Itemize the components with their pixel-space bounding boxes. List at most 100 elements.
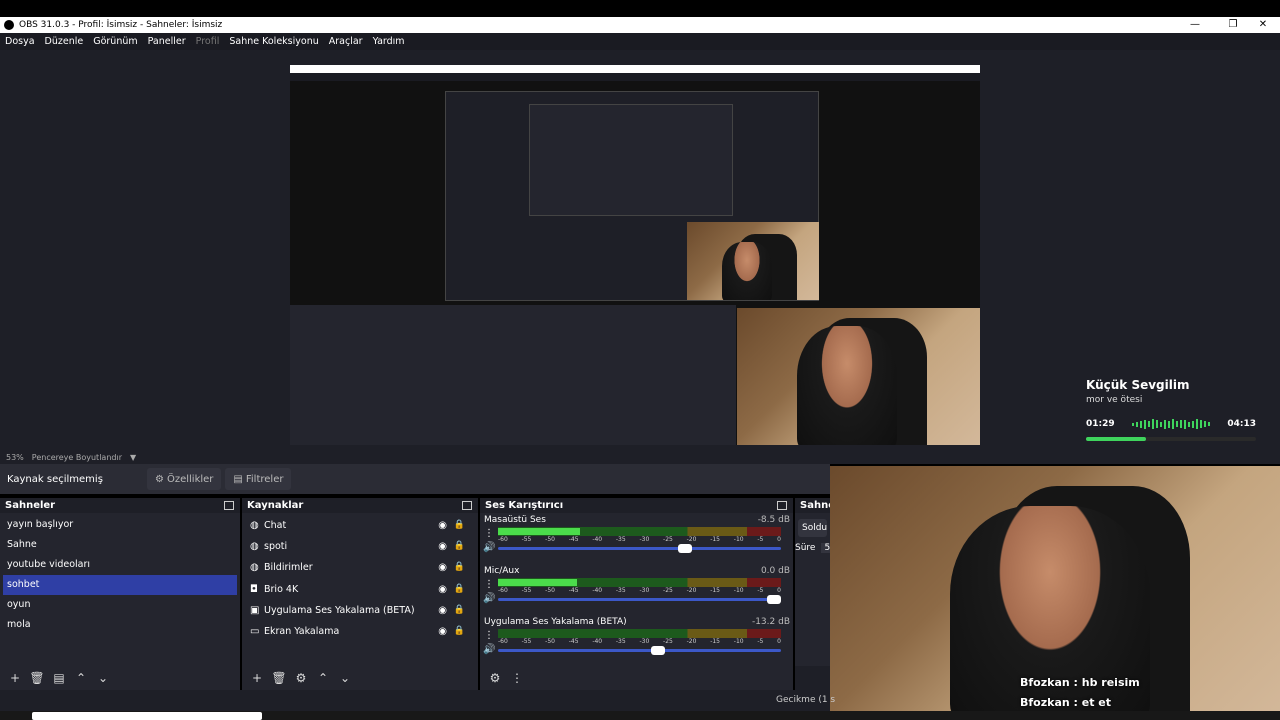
- undock-icon[interactable]: [777, 501, 787, 510]
- menu-help[interactable]: Yardım: [373, 36, 405, 47]
- meter-tick: -60: [498, 536, 508, 543]
- menu-scene-collection[interactable]: Sahne Koleksiyonu: [229, 36, 318, 47]
- menu-file[interactable]: Dosya: [5, 36, 35, 47]
- menu-tools[interactable]: Araçlar: [329, 36, 363, 47]
- mixer-channel: Uygulama Ses Yakalama (BETA) -13.2 dB ⋮ 🔊 …: [480, 615, 793, 666]
- kebab-menu-icon[interactable]: ⋮: [483, 527, 495, 541]
- source-item[interactable]: ▣ Uygulama Ses Yakalama (BETA) ◉ 🔒: [242, 600, 478, 621]
- eye-icon[interactable]: ◉: [438, 557, 447, 578]
- scenes-dock: Sahneler yayın başlıyor Sahne youtube vi…: [0, 498, 240, 690]
- menu-view[interactable]: Görünüm: [93, 36, 137, 47]
- meter-tick: -15: [710, 638, 721, 645]
- lock-icon[interactable]: 🔒: [454, 621, 465, 642]
- speaker-icon[interactable]: 🔊: [483, 643, 495, 657]
- maximize-button[interactable]: ❐: [1218, 17, 1248, 33]
- eye-icon[interactable]: ◉: [438, 579, 447, 600]
- mixer-channel: Mic/Aux 0.0 dB ⋮ 🔊 -60 -55 -50 -45 -40 -35 -30 -2…: [480, 564, 793, 615]
- undock-icon[interactable]: [224, 501, 234, 510]
- source-item[interactable]: ◍ spoti ◉ 🔒: [242, 536, 478, 557]
- add-icon[interactable]: +: [246, 671, 268, 685]
- volume-handle[interactable]: [767, 595, 781, 604]
- scene-item[interactable]: Sahne: [0, 535, 240, 555]
- source-item[interactable]: ◘ Brio 4K ◉ 🔒: [242, 579, 478, 600]
- speaker-icon[interactable]: 🔊: [483, 541, 495, 555]
- add-icon[interactable]: +: [4, 671, 26, 685]
- minimize-button[interactable]: —: [1180, 17, 1210, 33]
- eye-icon[interactable]: ◉: [438, 621, 447, 642]
- lock-icon[interactable]: 🔒: [454, 536, 465, 557]
- wave-bar: [1192, 420, 1194, 428]
- chevron-up-icon[interactable]: ⌃: [312, 671, 334, 685]
- wave-bar: [1136, 421, 1138, 427]
- obs-logo-icon: [4, 20, 14, 30]
- monitor-icon: ▭: [250, 626, 260, 638]
- meter-tick: 0: [777, 638, 781, 645]
- volume-slider[interactable]: [498, 646, 781, 655]
- lock-icon[interactable]: 🔒: [454, 515, 465, 536]
- eye-icon[interactable]: ◉: [438, 515, 447, 536]
- meter-tick: -15: [710, 587, 721, 594]
- meter-tick: -35: [615, 587, 626, 594]
- meter-tick: -10: [733, 638, 744, 645]
- kebab-menu-icon[interactable]: ⋮: [506, 671, 528, 685]
- menu-profile[interactable]: Profil: [196, 36, 220, 47]
- gear-icon[interactable]: ⚙: [484, 671, 506, 685]
- scale-mode[interactable]: Pencereye Boyutlandır: [32, 453, 122, 462]
- meter-tick: -15: [710, 536, 721, 543]
- audio-wave: [1132, 419, 1210, 429]
- chat-overlay: Bfozkan : hb reisim Bfozkan : et et: [1020, 676, 1140, 709]
- filter-icon[interactable]: ▤: [48, 671, 70, 685]
- menu-docks[interactable]: Paneller: [148, 36, 186, 47]
- scene-item[interactable]: mola: [0, 615, 240, 635]
- nested-webcam-large: [737, 308, 980, 445]
- total-time: 04:13: [1227, 419, 1256, 429]
- scene-item[interactable]: yayın başlıyor: [0, 515, 240, 535]
- channel-db: -8.5 dB: [757, 515, 790, 525]
- meter-tick: -10: [733, 536, 744, 543]
- undock-icon[interactable]: [462, 501, 472, 510]
- eye-icon[interactable]: ◉: [438, 600, 447, 621]
- meter-tick: 0: [777, 536, 781, 543]
- trash-icon[interactable]: 🗑: [26, 671, 48, 685]
- scene-item-active[interactable]: sohbet: [3, 575, 237, 595]
- mixer-channel: Masaüstü Ses -8.5 dB ⋮ 🔊 -60 -55 -50 -45 -40 -3…: [480, 513, 793, 564]
- trash-icon[interactable]: 🗑: [268, 671, 290, 685]
- source-item[interactable]: ▭ Ekran Yakalama ◉ 🔒: [242, 621, 478, 642]
- lock-icon[interactable]: 🔒: [454, 600, 465, 621]
- source-item[interactable]: ◍ Bildirimler ◉ 🔒: [242, 557, 478, 578]
- scale-mode-arrow[interactable]: ▼: [130, 453, 136, 462]
- preview-area[interactable]: Küçük Sevgilim mor ve ötesi 01:29 04:13: [0, 50, 1280, 450]
- volume-slider[interactable]: [498, 544, 781, 553]
- chevron-up-icon[interactable]: ⌃: [70, 671, 92, 685]
- source-item[interactable]: ◍ Chat ◉ 🔒: [242, 515, 478, 536]
- properties-button[interactable]: ⚙ Özellikler: [147, 468, 222, 490]
- volume-handle[interactable]: [678, 544, 693, 553]
- kebab-menu-icon[interactable]: ⋮: [483, 578, 495, 592]
- duration-input[interactable]: 50: [821, 543, 830, 553]
- speaker-icon[interactable]: 🔊: [483, 592, 495, 606]
- preview-canvas[interactable]: [290, 65, 980, 445]
- volume-meter: -60 -55 -50 -45 -40 -35 -30 -25 -20 -15 -10 -5 0: [498, 527, 781, 543]
- scene-item[interactable]: oyun: [0, 595, 240, 615]
- taskbar-search[interactable]: [32, 712, 262, 720]
- close-button[interactable]: ✕: [1248, 17, 1278, 33]
- scene-item[interactable]: youtube videoları: [0, 555, 240, 575]
- transitions-body: Soldur Süre 50: [795, 513, 830, 666]
- chevron-down-icon[interactable]: ⌄: [92, 671, 114, 685]
- transition-select[interactable]: Soldur: [798, 519, 827, 537]
- eye-icon[interactable]: ◉: [438, 536, 447, 557]
- lock-icon[interactable]: 🔒: [454, 557, 465, 578]
- chevron-down-icon[interactable]: ⌄: [334, 671, 356, 685]
- gear-icon[interactable]: ⚙: [290, 671, 312, 685]
- meter-tick: -50: [545, 536, 555, 543]
- lock-icon[interactable]: 🔒: [454, 579, 465, 600]
- menu-edit[interactable]: Düzenle: [45, 36, 84, 47]
- zoom-level[interactable]: 53%: [6, 453, 24, 462]
- filters-button[interactable]: ▤ Filtreler: [225, 468, 292, 490]
- volume-slider[interactable]: [498, 595, 781, 604]
- song-title: Küçük Sevgilim: [1086, 378, 1190, 392]
- kebab-menu-icon[interactable]: ⋮: [483, 629, 495, 643]
- source-label: Bildirimler: [264, 562, 313, 574]
- meter-tick: -35: [615, 638, 626, 645]
- volume-handle[interactable]: [651, 646, 666, 655]
